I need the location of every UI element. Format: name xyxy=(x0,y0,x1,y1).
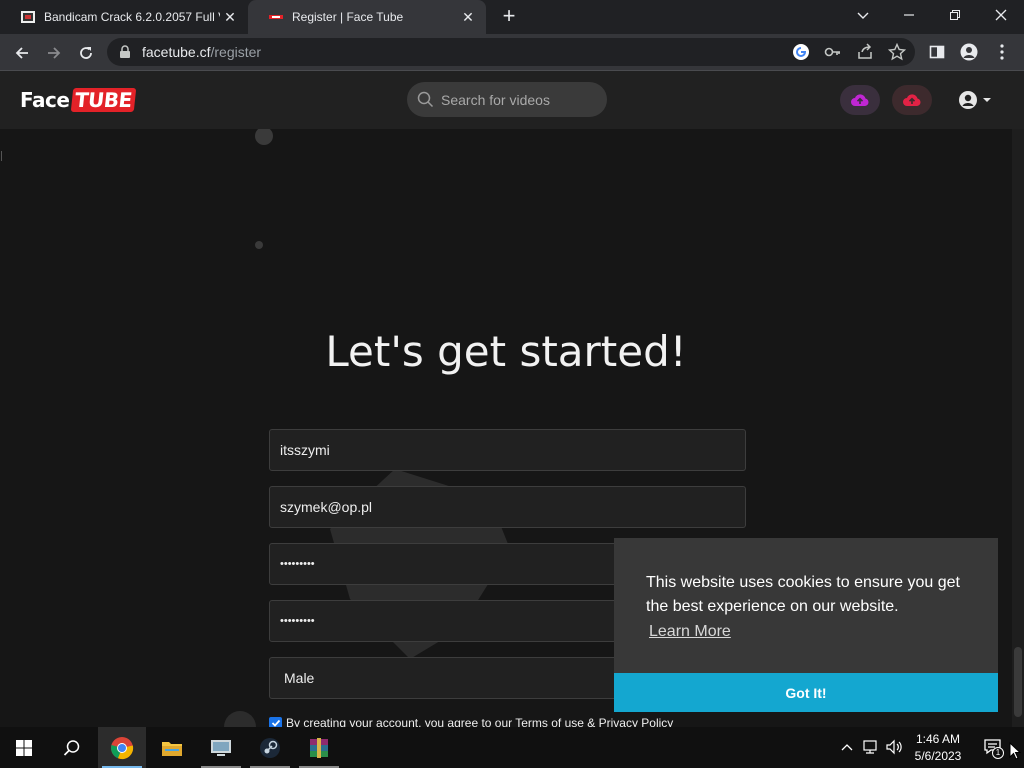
start-button[interactable] xyxy=(0,727,48,768)
password-mask: ••••••••• xyxy=(280,615,315,627)
search-input[interactable] xyxy=(441,82,601,117)
forward-button[interactable] xyxy=(42,41,66,65)
winrar-icon xyxy=(310,737,328,758)
logo-tube-text: TUBE xyxy=(71,88,137,112)
taskbar-remote-desktop[interactable] xyxy=(197,727,245,768)
tab-title: Bandicam Crack 6.2.0.2057 Full Ve xyxy=(44,10,220,24)
tab-register[interactable]: Register | Face Tube ✕ xyxy=(248,0,486,34)
cloud-upload-icon xyxy=(851,94,869,106)
bandicam-favicon-icon xyxy=(21,11,35,23)
new-tab-button[interactable]: + xyxy=(498,5,520,27)
upload-button-red[interactable] xyxy=(892,85,932,115)
chrome-icon xyxy=(111,736,134,759)
facetube-logo[interactable]: Face TUBE xyxy=(20,88,137,112)
notification-badge: 1 xyxy=(992,747,1004,759)
taskbar-steam[interactable] xyxy=(246,727,294,768)
key-icon[interactable] xyxy=(823,42,843,62)
tab-strip: Bandicam Crack 6.2.0.2057 Full Ve ✕ Regi… xyxy=(0,0,1024,34)
terms-label: By creating your account, you agree to o… xyxy=(286,716,674,727)
back-button[interactable] xyxy=(10,41,34,65)
close-tab-icon[interactable]: ✕ xyxy=(220,9,240,26)
username-field[interactable] xyxy=(269,429,746,471)
restore-button[interactable] xyxy=(932,0,978,30)
terms-row: By creating your account, you agree to o… xyxy=(269,716,673,727)
windows-logo-icon xyxy=(16,739,32,756)
user-circle-icon xyxy=(959,91,977,109)
reload-button[interactable] xyxy=(74,41,98,65)
clock-time: 1:46 AM xyxy=(915,732,961,746)
address-bar[interactable]: facetube.cf/register xyxy=(107,38,915,66)
search-icon xyxy=(417,91,434,108)
windows-taskbar: 1:46 AM 5/6/2023 1 xyxy=(0,727,1024,768)
email-field[interactable] xyxy=(269,486,746,528)
search-box[interactable] xyxy=(407,82,607,117)
password-mask: ••••••••• xyxy=(280,558,315,570)
gender-selected-value: Male xyxy=(284,670,315,686)
terms-checkbox[interactable] xyxy=(269,716,282,727)
cookie-banner: This website uses cookies to ensure you … xyxy=(614,538,998,712)
checkmark-icon xyxy=(271,719,280,727)
logo-face-text: Face xyxy=(20,88,70,112)
minimize-button[interactable] xyxy=(886,0,932,30)
network-icon[interactable] xyxy=(861,737,881,757)
taskbar-chrome[interactable] xyxy=(98,727,146,768)
scrollbar-thumb[interactable] xyxy=(1014,647,1022,717)
tab-search-chevron-icon[interactable] xyxy=(840,0,886,30)
lock-icon[interactable] xyxy=(119,45,131,59)
tab-bandicam[interactable]: Bandicam Crack 6.2.0.2057 Full Ve ✕ xyxy=(0,0,248,34)
caret-down-icon xyxy=(983,98,991,102)
cloud-upload-icon xyxy=(903,94,921,106)
close-window-button[interactable] xyxy=(978,0,1024,30)
tab-title: Register | Face Tube xyxy=(292,10,404,24)
system-clock[interactable]: 1:46 AM 5/6/2023 xyxy=(910,731,966,765)
account-menu[interactable] xyxy=(958,90,992,110)
search-icon xyxy=(63,739,80,756)
side-panel-icon[interactable] xyxy=(927,42,947,62)
bookmark-star-icon[interactable] xyxy=(887,42,907,62)
cookie-message: This website uses cookies to ensure you … xyxy=(646,574,960,615)
show-hidden-icons-icon[interactable] xyxy=(837,737,857,757)
close-tab-icon[interactable]: ✕ xyxy=(458,9,478,26)
upload-video-button[interactable] xyxy=(840,85,880,115)
taskbar-file-explorer[interactable] xyxy=(148,727,196,768)
steam-icon xyxy=(260,737,280,758)
remote-desktop-icon xyxy=(211,739,231,756)
site-header: Face TUBE xyxy=(0,71,1024,129)
profile-icon[interactable] xyxy=(959,42,979,62)
share-icon[interactable] xyxy=(855,42,875,62)
page-heading: Let's get started! xyxy=(325,327,687,376)
file-explorer-icon xyxy=(162,741,182,756)
facetube-favicon-icon xyxy=(269,15,283,19)
url-text: facetube.cf/register xyxy=(142,44,262,60)
page-scrollbar[interactable] xyxy=(1012,129,1024,727)
clock-date: 5/6/2023 xyxy=(914,749,962,763)
got-it-button[interactable]: Got It! xyxy=(614,673,998,712)
taskbar-search-button[interactable] xyxy=(48,727,96,768)
google-lens-icon[interactable] xyxy=(791,42,811,62)
mouse-cursor-icon xyxy=(1009,742,1021,760)
action-center-button[interactable]: 1 xyxy=(982,737,1004,759)
menu-kebab-icon[interactable] xyxy=(992,42,1012,62)
browser-toolbar: facetube.cf/register xyxy=(0,34,1024,71)
learn-more-link[interactable]: Learn More xyxy=(649,623,731,641)
taskbar-winrar[interactable] xyxy=(295,727,343,768)
volume-icon[interactable] xyxy=(884,737,904,757)
